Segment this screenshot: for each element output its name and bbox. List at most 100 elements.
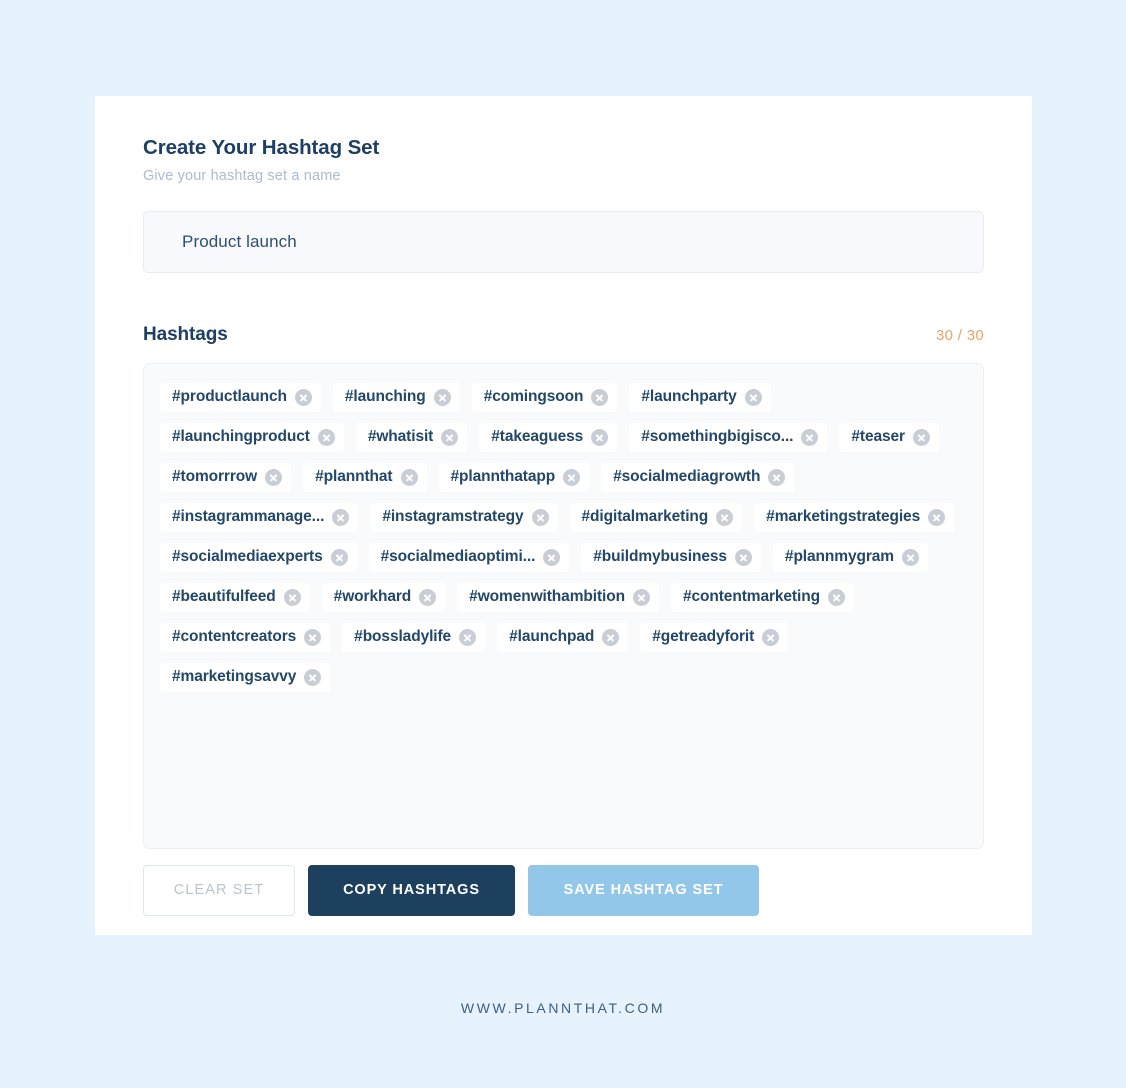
close-circle-icon[interactable] — [801, 428, 819, 446]
hashtag-pill-label: #comingsoon — [483, 388, 584, 406]
hashtag-pill[interactable]: #womenwithambition — [457, 582, 659, 612]
hashtag-pill-label: #marketingstrategies — [766, 508, 921, 526]
hashtag-pill[interactable]: #launchpad — [497, 622, 629, 652]
hashtag-list-container[interactable]: #productlaunch #launching #comingsoon #laun… — [143, 362, 984, 849]
close-circle-icon[interactable] — [400, 468, 418, 486]
close-circle-icon[interactable] — [283, 588, 301, 606]
hashtag-pill-label: #somethingbigisco... — [641, 428, 794, 446]
close-circle-icon[interactable] — [531, 508, 549, 526]
close-circle-icon[interactable] — [563, 468, 581, 486]
hashtag-pill[interactable]: #plannthatapp — [438, 462, 590, 492]
hashtag-pill-label: #tomorrrow — [172, 468, 258, 486]
close-circle-icon[interactable] — [591, 388, 609, 406]
close-circle-icon[interactable] — [332, 508, 350, 526]
close-circle-icon[interactable] — [632, 588, 650, 606]
close-circle-icon[interactable] — [543, 548, 561, 566]
close-circle-icon[interactable] — [317, 428, 335, 446]
hashtag-pill-label: #womenwithambition — [469, 588, 625, 606]
hashtag-pill[interactable]: #somethingbigisco... — [629, 422, 828, 452]
copy-hashtags-button[interactable]: COPY HASHTAGS — [308, 864, 515, 916]
hashtag-set-card: Create Your Hashtag Set Give your hashta… — [95, 96, 1032, 935]
hashtag-pill[interactable]: #digitalmarketing — [569, 502, 743, 532]
hashtag-pill[interactable]: #takeaguess — [479, 422, 618, 452]
hashtag-pill-label: #buildmybusiness — [593, 548, 727, 566]
hashtag-pill[interactable]: #tomorrrow — [160, 462, 292, 492]
close-circle-icon[interactable] — [744, 388, 762, 406]
hashtag-pill-label: #marketingsavvy — [172, 668, 297, 686]
clear-set-button[interactable]: CLEAR SET — [143, 864, 295, 916]
close-circle-icon[interactable] — [459, 628, 477, 646]
hashtag-list: #productlaunch #launching #comingsoon #laun… — [160, 378, 967, 698]
close-circle-icon[interactable] — [827, 588, 845, 606]
close-circle-icon[interactable] — [716, 508, 734, 526]
hashtag-pill-label: #takeaguess — [491, 428, 584, 446]
close-circle-icon[interactable] — [762, 628, 780, 646]
hashtag-pill[interactable]: #comingsoon — [471, 382, 618, 412]
hashtag-pill[interactable]: #instagramstrategy — [370, 502, 558, 532]
close-circle-icon[interactable] — [441, 428, 459, 446]
action-button-row: CLEAR SET COPY HASHTAGS SAVE HASHTAG SET — [143, 864, 984, 916]
close-circle-icon[interactable] — [591, 428, 609, 446]
hashtag-set-name-input[interactable]: Product launch — [143, 210, 984, 273]
hashtag-pill[interactable]: #contentmarketing — [670, 582, 854, 612]
hashtag-pill-label: #launchparty — [641, 388, 737, 406]
card-content: Create Your Hashtag Set Give your hashta… — [95, 96, 1032, 916]
hashtag-pill[interactable]: #launchingproduct — [160, 422, 344, 452]
hashtag-pill[interactable]: #plannmygram — [772, 542, 928, 572]
hashtag-pill[interactable]: #productlaunch — [160, 382, 321, 412]
hashtag-pill[interactable]: #whatisit — [355, 422, 468, 452]
hashtag-pill-label: #whatisit — [367, 428, 434, 446]
close-circle-icon[interactable] — [433, 388, 451, 406]
close-circle-icon[interactable] — [602, 628, 620, 646]
hashtag-pill-label: #beautifulfeed — [172, 588, 276, 606]
close-circle-icon[interactable] — [928, 508, 946, 526]
close-circle-icon[interactable] — [734, 548, 752, 566]
close-circle-icon[interactable] — [304, 628, 322, 646]
hashtag-pill[interactable]: #launchparty — [629, 382, 771, 412]
close-circle-icon[interactable] — [901, 548, 919, 566]
hashtag-pill-label: #workhard — [333, 588, 412, 606]
hashtag-pill-label: #bossladylife — [354, 628, 452, 646]
close-circle-icon[interactable] — [294, 388, 312, 406]
hashtag-pill-label: #productlaunch — [172, 388, 287, 406]
close-circle-icon[interactable] — [304, 668, 322, 686]
hashtag-pill-label: #plannmygram — [784, 548, 894, 566]
hashtag-pill[interactable]: #workhard — [321, 582, 446, 612]
close-circle-icon[interactable] — [768, 468, 786, 486]
hashtag-pill[interactable]: #contentcreators — [160, 622, 331, 652]
hashtag-pill[interactable]: #plannthat — [303, 462, 427, 492]
hashtag-pill-label: #contentcreators — [172, 628, 297, 646]
hashtag-pill[interactable]: #bossladylife — [342, 622, 486, 652]
hashtag-pill[interactable]: #beautifulfeed — [160, 582, 310, 612]
hashtag-pill[interactable]: #getreadyforit — [640, 622, 789, 652]
hashtag-pill[interactable]: #launching — [332, 382, 460, 412]
hashtag-pill-label: #socialmediagrowth — [613, 468, 761, 486]
close-circle-icon[interactable] — [912, 428, 930, 446]
page-title: Create Your Hashtag Set — [143, 136, 380, 159]
close-circle-icon[interactable] — [330, 548, 348, 566]
hashtag-pill-label: #socialmediaexperts — [172, 548, 323, 566]
close-circle-icon[interactable] — [265, 468, 283, 486]
hashtag-pill-label: #launching — [344, 388, 426, 406]
hashtags-label: Hashtags — [143, 323, 228, 345]
hashtag-set-name-value[interactable]: Product launch — [182, 232, 297, 252]
hashtag-pill[interactable]: #marketingstrategies — [754, 502, 955, 532]
hashtag-pill-label: #teaser — [851, 428, 905, 446]
footer-website: WWW.PLANNTHAT.COM — [460, 1000, 666, 1016]
close-circle-icon[interactable] — [419, 588, 437, 606]
hashtag-pill-label: #launchingproduct — [172, 428, 310, 446]
hashtag-pill[interactable]: #teaser — [839, 422, 939, 452]
hashtag-pill[interactable]: #socialmediaoptimi... — [368, 542, 570, 572]
hashtag-pill[interactable]: #socialmediaexperts — [160, 542, 357, 572]
hashtag-pill[interactable]: #buildmybusiness — [581, 542, 761, 572]
hashtag-pill[interactable]: #instagrammanage... — [160, 502, 359, 532]
hashtag-pill-label: #plannthat — [315, 468, 393, 486]
hashtag-pill[interactable]: #marketingsavvy — [160, 662, 331, 692]
hashtag-pill-label: #plannthatapp — [450, 468, 556, 486]
hashtag-counter: 30 / 30 — [936, 326, 984, 344]
hashtag-pill-label: #socialmediaoptimi... — [380, 548, 536, 566]
hashtag-pill-label: #getreadyforit — [652, 628, 755, 646]
save-hashtag-set-button[interactable]: SAVE HASHTAG SET — [528, 864, 759, 916]
page-subtitle: Give your hashtag set a name — [143, 167, 341, 184]
hashtag-pill[interactable]: #socialmediagrowth — [601, 462, 795, 492]
